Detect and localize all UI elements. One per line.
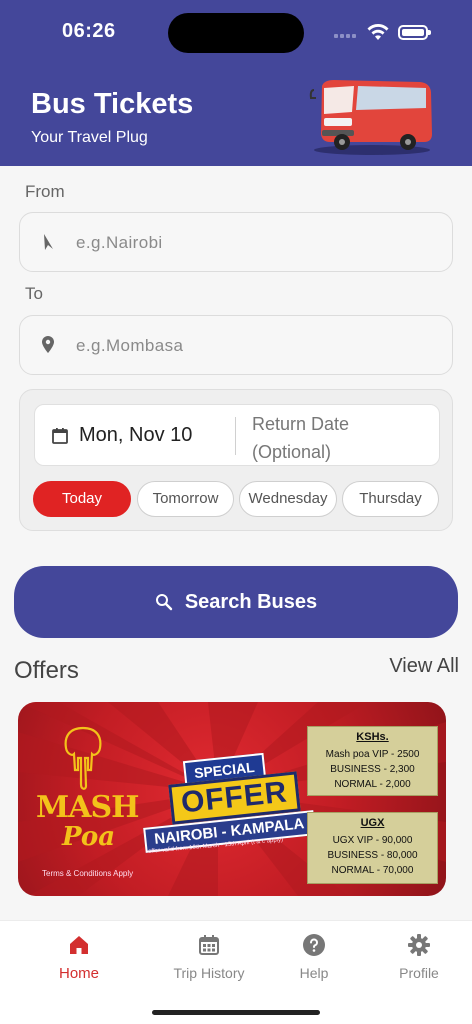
ksh-heading: KSHs. <box>356 731 389 743</box>
wifi-icon <box>367 24 389 40</box>
ugx-price-box: UGX UGX VIP - 90,000 BUSINESS - 80,000 N… <box>307 812 438 884</box>
return-date-field[interactable]: Return Date (Optional) <box>252 410 402 466</box>
brand-name: MASH <box>36 790 139 825</box>
offer-banner[interactable]: MASH Poa Terms & Conditions Apply SPECIA… <box>18 702 446 896</box>
elephant-logo-icon <box>64 726 102 790</box>
search-buses-label: Search Buses <box>184 590 318 613</box>
app-subtitle: Your Travel Plug <box>31 129 148 146</box>
tab-trip-history-label: Trip History <box>173 965 245 981</box>
from-placeholder: e.g.Nairobi <box>76 233 163 252</box>
date-picker: Mon, Nov 10 Return Date (Optional) <box>34 404 440 466</box>
from-label: From <box>25 182 65 201</box>
bus-illustration <box>309 80 432 155</box>
gear-icon <box>408 934 430 956</box>
chip-today[interactable]: Today <box>33 481 131 517</box>
chip-tomorrow[interactable]: Tomorrow <box>137 481 234 517</box>
tab-home-label: Home <box>58 965 99 982</box>
tab-profile[interactable]: Profile <box>360 933 472 981</box>
home-icon <box>70 936 88 954</box>
ugx-price-row: NORMAL - 70,000 <box>331 865 414 876</box>
ugx-price-row: BUSINESS - 80,000 <box>327 850 418 861</box>
bottom-tab-bar: Home Trip History Help Profile <box>0 920 472 1024</box>
ksh-price-row: NORMAL - 2,000 <box>334 779 411 790</box>
navigation-arrow-icon <box>44 234 53 250</box>
date-selector-card: Mon, Nov 10 Return Date (Optional) Today… <box>19 389 453 531</box>
brand-name-script: Poa <box>62 822 116 852</box>
calendar-icon[interactable] <box>51 427 69 445</box>
status-icons <box>332 22 442 42</box>
tab-help[interactable]: Help <box>255 933 373 981</box>
ksh-price-row: Mash poa VIP - 2500 <box>325 749 420 760</box>
app-title: Bus Tickets <box>31 88 194 120</box>
ugx-heading: UGX <box>360 817 385 829</box>
departure-date[interactable]: Mon, Nov 10 <box>79 424 192 447</box>
chip-thursday[interactable]: Thursday <box>342 481 439 517</box>
search-icon <box>155 594 173 611</box>
cellular-signal-icon <box>334 34 356 38</box>
battery-icon <box>398 25 431 40</box>
terms-text: Terms & Conditions Apply <box>42 869 134 878</box>
ksh-price-row: BUSINESS - 2,300 <box>330 764 415 775</box>
ksh-price-box: KSHs. Mash poa VIP - 2500 BUSINESS - 2,3… <box>307 726 438 796</box>
tab-help-label: Help <box>299 965 329 981</box>
location-pin-icon <box>42 336 54 353</box>
ugx-price-row: UGX VIP - 90,000 <box>332 835 413 846</box>
from-field[interactable]: e.g.Nairobi <box>19 212 453 272</box>
tab-home[interactable]: Home <box>20 933 138 982</box>
tab-profile-label: Profile <box>399 965 439 981</box>
help-icon <box>303 934 325 956</box>
home-indicator[interactable] <box>152 1010 320 1015</box>
to-field[interactable]: e.g.Mombasa <box>19 315 453 375</box>
offers-title: Offers <box>14 657 79 684</box>
to-placeholder: e.g.Mombasa <box>76 336 184 355</box>
app-header: 06:26 Bus Tickets Your Travel Plug <box>0 0 472 166</box>
calendar-grid-icon <box>199 935 219 955</box>
search-buses-button[interactable]: Search Buses <box>14 566 458 638</box>
chip-wednesday[interactable]: Wednesday <box>239 481 337 517</box>
tab-trip-history[interactable]: Trip History <box>150 933 268 981</box>
date-divider <box>235 417 236 455</box>
dynamic-island <box>168 13 304 53</box>
status-time: 06:26 <box>62 20 116 42</box>
view-all-link[interactable]: View All <box>389 655 459 678</box>
to-label: To <box>25 284 43 303</box>
